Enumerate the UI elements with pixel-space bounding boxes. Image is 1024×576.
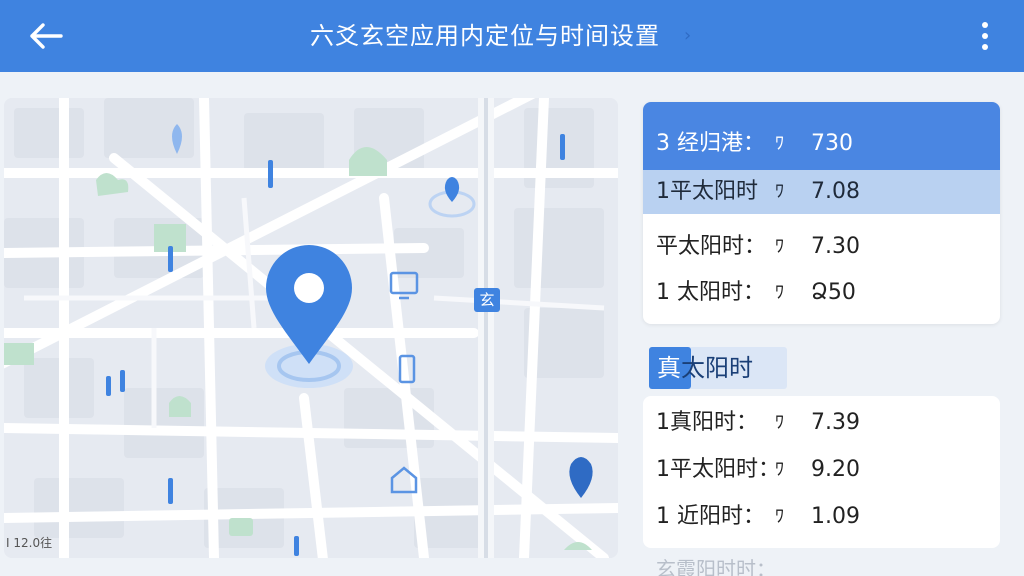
true-solar-row[interactable]: 1真阳时： ﾜ 7.39 <box>643 400 1000 446</box>
time-row-value: 7.30 <box>811 234 860 259</box>
more-dot <box>982 22 988 28</box>
time-row[interactable]: 平太阳时： ﾜ 7.30 <box>643 224 1000 270</box>
section-title-first-char: 真 <box>657 354 681 382</box>
section-title-text: 真太阳时 <box>657 347 753 389</box>
page-title: 六爻玄空应用内定位与时间设置 <box>310 22 660 50</box>
road-label: 玄 <box>479 291 495 309</box>
time-row-sep: ﾜ <box>775 506 784 527</box>
time-row-label: 1平太阳时 <box>656 179 758 204</box>
time-row-selected[interactable]: 3 经归港： ﾜ 730 <box>643 102 1000 170</box>
time-row-value: 7.39 <box>811 410 860 435</box>
app-bar: 六爻玄空应用内定位与时间设置 › <box>0 0 1024 72</box>
time-row-sep: ﾜ <box>775 181 784 202</box>
back-button[interactable] <box>26 18 66 54</box>
map-canvas <box>4 98 618 558</box>
more-options-button[interactable] <box>972 16 998 56</box>
map-scale: I 12.0往 <box>6 536 53 550</box>
time-row-value: 7.08 <box>811 179 860 204</box>
time-row-value: 9.20 <box>811 457 860 482</box>
time-row-highlighted[interactable]: 1平太阳时 ﾜ 7.08 <box>643 170 1000 214</box>
time-row-label: 平太阳时： <box>656 234 767 259</box>
time-row-sep: ﾜ <box>775 282 784 303</box>
true-solar-row[interactable]: 1平太阳时： ﾜ 9.20 <box>643 447 1000 493</box>
time-row-sep: ﾜ <box>775 236 784 257</box>
time-row-value: 1.09 <box>811 504 860 529</box>
time-row-sep: ﾜ <box>775 412 784 433</box>
time-row-value: Ձ50 <box>811 280 856 305</box>
faded-next-row: 玄霞阳时时： <box>656 557 776 576</box>
true-solar-row[interactable]: 1 近阳时： ﾜ 1.09 <box>643 494 1000 540</box>
time-row[interactable]: 1 太阳时： ﾜ Ձ50 <box>643 270 1000 316</box>
time-row-label: 1 近阳时： <box>656 504 765 529</box>
true-solar-list-panel: 1真阳时： ﾜ 7.39 1平太阳时： ﾜ 9.20 1 近阳时： ﾜ 1.09 <box>643 396 1000 548</box>
arrow-left-icon <box>30 23 63 49</box>
title-chevron-icon: › <box>684 25 692 46</box>
time-row-label: 1真阳时： <box>656 410 758 435</box>
time-row-sep: ﾜ <box>775 459 784 480</box>
more-dot <box>982 44 988 50</box>
section-title-true-solar-time[interactable]: 真太阳时 <box>649 347 787 389</box>
time-row-label: 1 太阳时： <box>656 280 765 305</box>
time-list-panel: 3 经归港： ﾜ 730 1平太阳时 ﾜ 7.08 平太阳时： ﾜ 7.30 1… <box>643 102 1000 324</box>
section-title-rest: 太阳时 <box>681 354 753 382</box>
more-dot <box>982 33 988 39</box>
map-view[interactable]: 玄 <box>4 98 618 558</box>
time-row-label: 1平太阳时： <box>656 457 780 482</box>
